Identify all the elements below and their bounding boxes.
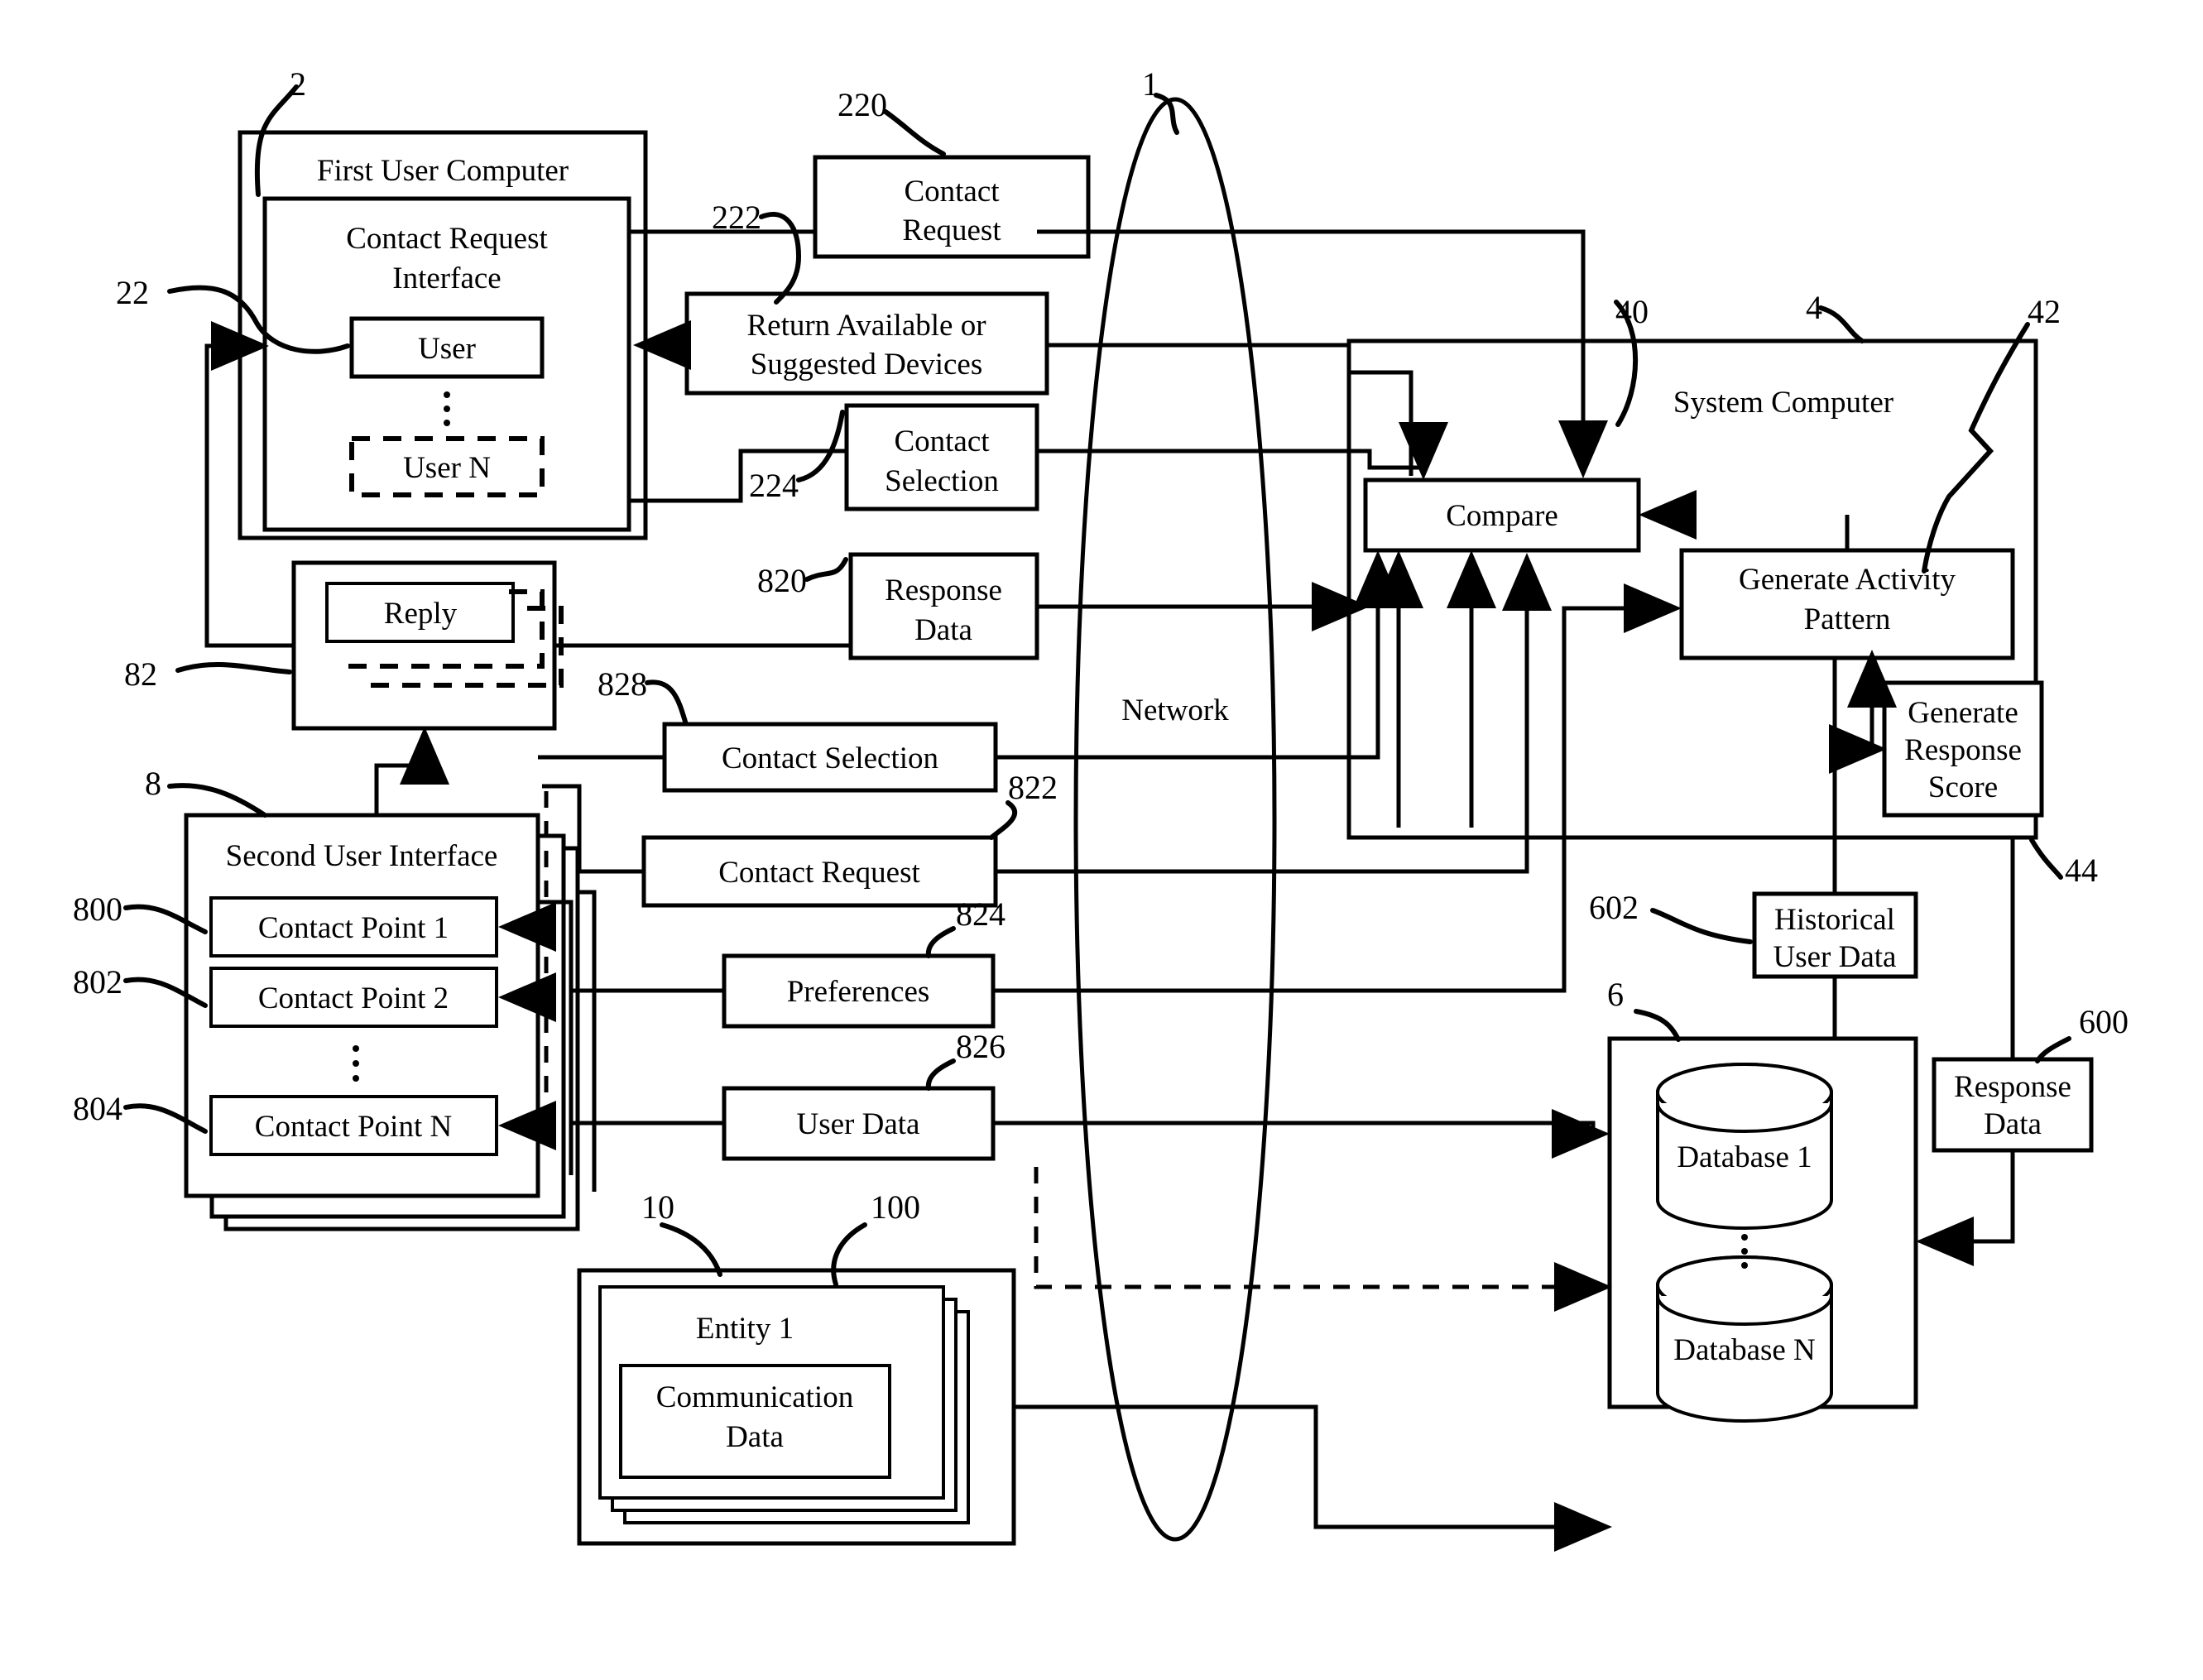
communication-data-label-2: Data	[726, 1420, 784, 1454]
contact-request-822-label: Contact Request	[718, 856, 920, 890]
ref-224: 224	[749, 467, 799, 504]
ref-600: 600	[2079, 1003, 2129, 1040]
ref-4: 4	[1806, 289, 1822, 326]
reply-label: Reply	[384, 597, 458, 631]
ref-802: 802	[73, 963, 122, 1001]
ref-1: 1	[1142, 65, 1159, 103]
ref-8: 8	[145, 765, 161, 802]
contact-request-220-label-1: Contact	[904, 175, 1000, 209]
compare-label: Compare	[1446, 499, 1558, 533]
return-devices-222-label-2: Suggested Devices	[751, 348, 983, 382]
return-devices-222-label-1: Return Available or	[746, 309, 986, 343]
historical-user-data-label-2: User Data	[1773, 940, 1897, 974]
generate-response-score-label-3: Score	[1928, 770, 1998, 804]
contact-request-interface-label-2: Interface	[392, 262, 501, 295]
ref-6: 6	[1607, 976, 1624, 1013]
contact-selection-224-label-2: Selection	[885, 464, 999, 498]
ref-804: 804	[73, 1090, 122, 1127]
user-n-label: User N	[403, 451, 491, 485]
contact-point-n-label: Contact Point N	[255, 1110, 452, 1144]
ref-602: 602	[1589, 889, 1639, 926]
database-1-label: Database 1	[1677, 1140, 1812, 1174]
ref-828: 828	[598, 665, 647, 703]
generate-activity-pattern-label-2: Pattern	[1804, 602, 1891, 636]
ref-220: 220	[838, 86, 887, 123]
ref-826: 826	[956, 1028, 1006, 1065]
database-n-label: Database N	[1673, 1333, 1816, 1367]
user-label: User	[418, 332, 476, 366]
contact-point-2-label: Contact Point 2	[258, 982, 449, 1015]
ref-22: 22	[116, 274, 149, 311]
contact-selection-224-label-1: Contact	[894, 425, 990, 458]
ref-822: 822	[1008, 769, 1058, 806]
generate-response-score-label-1: Generate	[1908, 696, 2018, 730]
entity-1-label: Entity 1	[696, 1312, 794, 1346]
contact-selection-828-label: Contact Selection	[722, 742, 938, 775]
ref-44: 44	[2065, 852, 2098, 889]
ref-42: 42	[2028, 293, 2061, 330]
system-computer-label: System Computer	[1673, 386, 1893, 420]
ref-40: 40	[1615, 293, 1649, 330]
response-data-600-label-2: Data	[1984, 1107, 2042, 1141]
generate-response-score-label-2: Response	[1904, 733, 2022, 767]
contact-point-1-label: Contact Point 1	[258, 911, 449, 945]
preferences-824-label: Preferences	[787, 975, 930, 1009]
ref-10: 10	[641, 1188, 674, 1226]
communication-data-label-1: Communication	[656, 1380, 853, 1414]
patent-figure: 2 22 220 222 224 820 828 822 824 826 82 …	[0, 0, 2203, 1680]
second-user-interface-label: Second User Interface	[226, 839, 498, 873]
generate-activity-pattern-label-1: Generate Activity	[1739, 563, 1956, 597]
diagram-text-layer: 2 22 220 222 224 820 828 822 824 826 82 …	[73, 65, 2129, 1454]
ref-820: 820	[757, 562, 807, 599]
user-data-826-label: User Data	[797, 1107, 920, 1141]
response-data-820-label-2: Data	[914, 613, 972, 647]
response-data-820-label-1: Response	[885, 574, 1002, 607]
ref-222: 222	[712, 199, 761, 236]
historical-user-data-label-1: Historical	[1774, 903, 1895, 937]
first-user-computer-label: First User Computer	[317, 154, 569, 188]
ref-100: 100	[871, 1188, 920, 1226]
response-data-600-label-1: Response	[1954, 1070, 2071, 1104]
contact-request-interface-label-1: Contact Request	[346, 222, 548, 256]
ref-2: 2	[290, 65, 306, 103]
ref-824: 824	[956, 895, 1006, 933]
ref-800: 800	[73, 890, 122, 928]
contact-request-220-label-2: Request	[902, 214, 1001, 247]
ref-82: 82	[124, 655, 157, 693]
network-label: Network	[1121, 694, 1229, 727]
